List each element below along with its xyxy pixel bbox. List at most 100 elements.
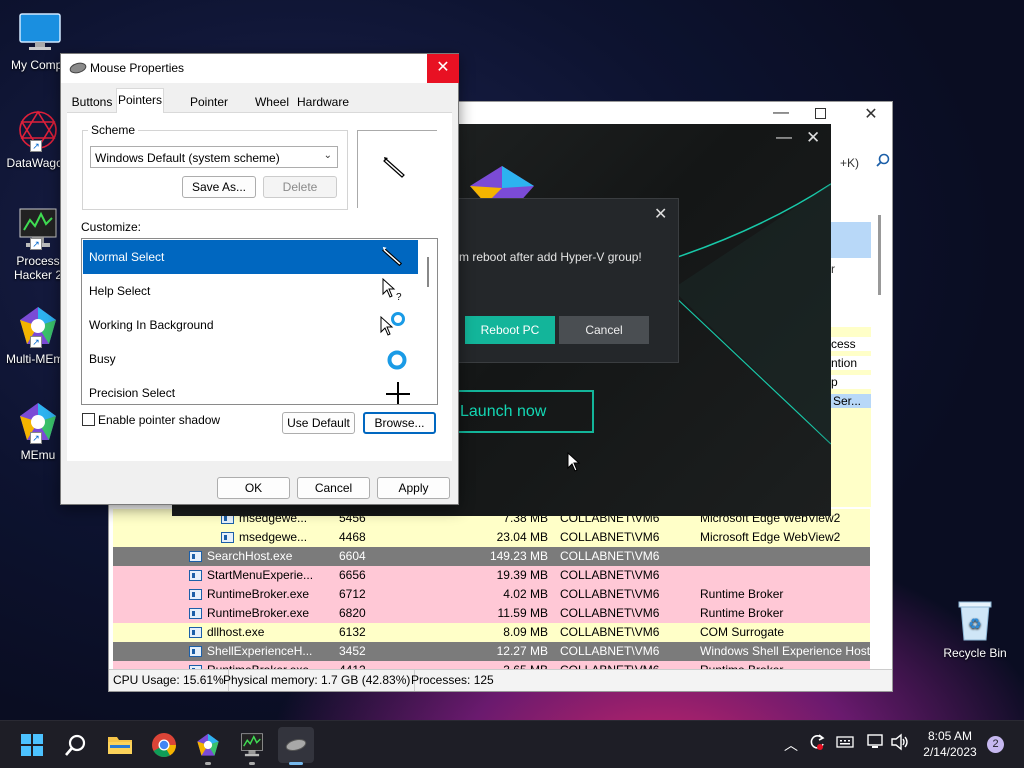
search-icon[interactable] — [876, 153, 892, 169]
browse-button[interactable]: Browse... — [363, 412, 436, 434]
sync-icon[interactable] — [808, 733, 826, 754]
working-background-cursor-icon — [380, 312, 405, 336]
file-explorer-button[interactable] — [102, 727, 138, 763]
chrome-button[interactable] — [146, 727, 182, 763]
close-button[interactable]: ✕ — [859, 104, 883, 124]
list-item[interactable]: Normal Select — [83, 240, 418, 274]
table-row[interactable]: RuntimeBroker.exe 6712 4.02 MB COLLABNET\VM… — [113, 585, 870, 604]
mouse-properties-taskbar-button[interactable] — [278, 727, 314, 765]
table-row[interactable]: StartMenuExperie... 6656 19.39 MB COLLABNET… — [113, 566, 870, 585]
dialog-cancel-button[interactable]: Cancel — [559, 316, 649, 344]
memu-taskbar-button[interactable] — [190, 727, 226, 765]
list-item-label: Busy — [89, 352, 116, 366]
process-pid: 6712 — [339, 587, 366, 601]
notification-badge[interactable]: 2 — [987, 736, 1004, 753]
pointer-shadow-label[interactable]: Enable pointer shadow — [98, 413, 220, 427]
scheme-group — [82, 130, 348, 210]
help-cursor-icon: ? — [382, 278, 402, 302]
launch-now-label: Launch now — [460, 403, 547, 420]
ok-button[interactable]: OK — [217, 477, 290, 499]
pointer-shadow-checkbox[interactable] — [82, 413, 95, 426]
process-name: ShellExperienceH... — [207, 644, 313, 658]
process-pid: 6820 — [339, 606, 366, 620]
minimize-button[interactable]: — — [776, 129, 792, 147]
clock[interactable]: 8:05 AM 2/14/2023 — [918, 728, 982, 760]
memu-icon: ↗ — [16, 400, 60, 444]
maximize-button[interactable] — [815, 108, 826, 119]
table-row[interactable]: RuntimeBroker.exe 6820 11.59 MB COLLABNET\V… — [113, 604, 870, 623]
delete-button[interactable]: Delete — [263, 176, 337, 198]
process-icon — [189, 589, 202, 600]
windows-logo-icon — [21, 734, 43, 756]
tab-pointers[interactable]: Pointers — [116, 88, 164, 114]
cpu-usage: CPU Usage: 15.61% — [109, 670, 229, 691]
reboot-pc-button[interactable]: Reboot PC — [465, 316, 555, 344]
process-pid: 6656 — [339, 568, 366, 582]
dialog-title: Mouse Properties — [90, 61, 185, 75]
pointer-list[interactable]: Normal Select Help Select ? Working In B… — [81, 238, 438, 405]
table-row[interactable]: ShellExperienceH... 3452 12.27 MB COLLABNET… — [113, 642, 870, 661]
volume-icon[interactable] — [890, 733, 910, 754]
apply-button[interactable]: Apply — [377, 477, 450, 499]
minimize-button[interactable]: — — [769, 105, 793, 125]
network-icon[interactable] — [866, 734, 886, 753]
datawagon-icon: ↗ — [16, 108, 60, 152]
clock-time: 8:05 AM — [927, 729, 973, 743]
process-memory: 12.27 MB — [496, 644, 548, 658]
list-item-label: Help Select — [89, 284, 151, 298]
process-icon — [189, 570, 202, 581]
show-hidden-icons-chevron-icon[interactable]: ︿ — [784, 735, 798, 755]
process-hacker-taskbar-button[interactable] — [234, 727, 270, 765]
scrollbar-thumb[interactable] — [427, 257, 429, 287]
table-row[interactable]: msedgewe... 4468 23.04 MB COLLABNET\VM6 Micr… — [113, 528, 870, 547]
memu-icon — [197, 733, 219, 756]
process-icon — [221, 532, 234, 543]
tab-buttons[interactable]: Buttons — [71, 91, 113, 113]
clock-date: 2/14/2023 — [923, 745, 977, 759]
list-item[interactable]: Help Select ? — [83, 274, 418, 308]
process-user: COLLABNET\VM6 — [560, 587, 660, 601]
process-memory: 11.59 MB — [497, 606, 548, 620]
process-memory: 8.09 MB — [503, 625, 548, 639]
folder-icon — [108, 737, 132, 754]
process-icon — [189, 551, 202, 562]
process-pid: 6604 — [339, 549, 366, 563]
search-button[interactable] — [58, 727, 94, 763]
mouse-icon — [285, 739, 307, 751]
physical-memory: Physical memory: 1.7 GB (42.83%) — [219, 670, 416, 691]
use-default-button[interactable]: Use Default — [282, 412, 355, 434]
list-item-label: Normal Select — [89, 250, 165, 264]
status-bar: CPU Usage: 15.61% Physical memory: 1.7 G… — [109, 669, 892, 691]
tab-pointer-options[interactable]: Pointer Options — [169, 91, 249, 131]
partial-text: cess — [831, 337, 871, 351]
list-item[interactable]: Working In Background — [83, 308, 418, 342]
save-as-button[interactable]: Save As... — [182, 176, 256, 198]
running-indicator — [205, 762, 211, 765]
table-row[interactable]: SearchHost.exe 6604 149.23 MB COLLABNET\VM6 — [113, 547, 870, 566]
tab-hardware[interactable]: Hardware — [295, 91, 351, 113]
start-button[interactable] — [14, 727, 50, 763]
desktop-icon-recycle-bin[interactable]: ♻ Recycle Bin — [935, 598, 1015, 660]
process-memory: 149.23 MB — [489, 549, 548, 563]
process-description: Runtime Broker — [700, 606, 784, 620]
launch-now-button[interactable]: Launch now — [448, 390, 594, 433]
process-icon — [189, 646, 202, 657]
pointer-preview — [357, 130, 437, 208]
close-button[interactable]: ✕ — [427, 54, 459, 83]
mouse-app-icon — [69, 62, 87, 77]
keyboard-icon[interactable] — [836, 735, 854, 752]
table-row[interactable]: dllhost.exe 6132 8.09 MB COLLABNET\VM6 COM S… — [113, 623, 870, 642]
scrollbar-thumb[interactable] — [878, 215, 881, 295]
process-memory: 4.02 MB — [503, 587, 548, 601]
reboot-dialog: ✕ m reboot after add Hyper-V group! Rebo… — [454, 198, 679, 363]
dialog-close-icon[interactable]: ✕ — [654, 204, 667, 224]
cancel-button[interactable]: Cancel — [297, 477, 370, 499]
multi-memu-icon: ↗ — [16, 304, 60, 348]
process-icon — [189, 608, 202, 619]
scheme-dropdown[interactable]: Windows Default (system scheme) ⌄ — [90, 146, 338, 168]
list-item[interactable]: Precision Select — [83, 376, 418, 404]
list-item[interactable]: Busy — [83, 342, 418, 376]
close-button[interactable]: ✕ — [806, 128, 820, 148]
scrollbar-track[interactable] — [875, 210, 885, 510]
tab-wheel[interactable]: Wheel — [253, 91, 291, 113]
